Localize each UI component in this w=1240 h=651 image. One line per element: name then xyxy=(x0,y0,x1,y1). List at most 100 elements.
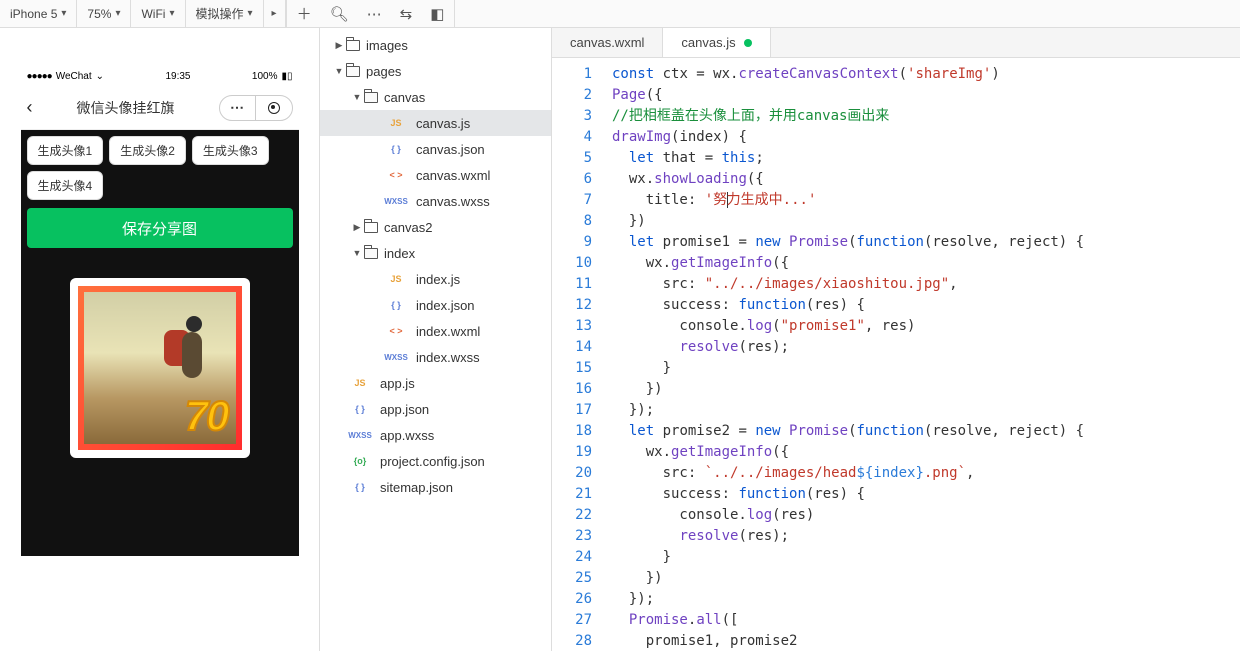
tree-item-label: canvas.json xyxy=(416,142,485,157)
wxml-file-icon: < > xyxy=(382,170,410,180)
simulate-dropdown[interactable]: 模拟操作 ▾ xyxy=(186,0,264,27)
avatar-pill[interactable]: 生成头像3 xyxy=(192,136,269,165)
js-file-icon: JS xyxy=(346,378,374,388)
code-area[interactable]: 1234567891011121314151617181920212223242… xyxy=(552,58,1240,651)
tree-item-label: app.js xyxy=(380,376,415,391)
tree-item-label: app.json xyxy=(380,402,429,417)
dirty-indicator-icon xyxy=(744,39,752,47)
network-dropdown[interactable]: WiFi ▾ xyxy=(131,0,185,27)
simulate-label: 模拟操作 xyxy=(196,5,244,22)
avatar-pills: 生成头像1生成头像2生成头像3 生成头像4 xyxy=(27,136,293,200)
zoom-dropdown[interactable]: 75% ▾ xyxy=(77,0,131,27)
conf-file-icon: {o} xyxy=(346,456,374,466)
caret-down-icon[interactable]: ▼ xyxy=(350,248,364,258)
battery-icon: ▮▯ xyxy=(281,71,292,82)
avatar-pill[interactable]: 生成头像1 xyxy=(27,136,104,165)
tree-file[interactable]: { }canvas.json xyxy=(320,136,551,162)
caret-right-icon[interactable]: ▶ xyxy=(332,40,346,51)
tree-item-label: project.config.json xyxy=(380,454,485,469)
caret-down-icon[interactable]: ▼ xyxy=(350,92,364,102)
phone-frame: ●●●●● WeChat ⌄ 19:35 100% ▮▯ ‹ 微信头像挂红旗 ⋯ xyxy=(21,66,299,556)
phone-status-bar: ●●●●● WeChat ⌄ 19:35 100% ▮▯ xyxy=(21,66,299,86)
tree-item-label: app.wxss xyxy=(380,428,434,443)
simulator-panel: ●●●●● WeChat ⌄ 19:35 100% ▮▯ ‹ 微信头像挂红旗 ⋯ xyxy=(0,28,320,651)
save-share-button[interactable]: 保存分享图 xyxy=(27,208,293,248)
editor-tab[interactable]: canvas.wxml xyxy=(552,28,663,57)
folder-icon xyxy=(364,248,378,259)
tree-file[interactable]: < >index.wxml xyxy=(320,318,551,344)
tree-file[interactable]: WXSScanvas.wxss xyxy=(320,188,551,214)
json-file-icon: { } xyxy=(346,482,374,492)
file-tree-panel[interactable]: ▶images▼pages▼canvasJScanvas.js{ }canvas… xyxy=(320,28,552,651)
tree-folder[interactable]: ▶ canvas2 xyxy=(320,214,551,240)
capsule: ⋯ xyxy=(219,95,293,121)
tab-label: canvas.wxml xyxy=(570,35,644,50)
avatar-pill[interactable]: 生成头像2 xyxy=(109,136,186,165)
chevron-right-icon: ▸ xyxy=(272,8,277,19)
seventy-badge: 70 xyxy=(185,392,228,440)
tree-file[interactable]: { } app.json xyxy=(320,396,551,422)
toolbar-spacer-button[interactable]: ▸ xyxy=(264,0,286,27)
wxss-file-icon: WXSS xyxy=(346,431,374,440)
device-dropdown[interactable]: iPhone 5 ▾ xyxy=(0,0,77,27)
folder-icon xyxy=(364,92,378,103)
capsule-menu-button[interactable]: ⋯ xyxy=(220,96,256,120)
tree-file[interactable]: { } index.json xyxy=(320,292,551,318)
code-content[interactable]: const ctx = wx.createCanvasContext('shar… xyxy=(602,58,1240,651)
tree-item-label: index.json xyxy=(416,298,475,313)
tree-folder[interactable]: ▼ canvas xyxy=(320,84,551,110)
tree-item-label: index.wxml xyxy=(416,324,480,339)
folder-icon xyxy=(346,40,360,51)
folder-icon xyxy=(364,222,378,233)
avatar-frame: 70 xyxy=(78,286,242,450)
wxss-file-icon: WXSS xyxy=(382,353,410,362)
tree-folder[interactable]: ▼index xyxy=(320,240,551,266)
signal-dots-icon: ●●●●● xyxy=(27,71,52,82)
add-icon[interactable]: ＋ xyxy=(297,3,312,24)
more-icon[interactable]: ⋯ xyxy=(367,5,382,23)
top-icons: ＋ 🔍︎ ⋯ ⇆ ◧ xyxy=(286,0,456,27)
editor-panel: canvas.wxml canvas.js 1234567891011121314… xyxy=(552,28,1240,651)
tree-file[interactable]: < >canvas.wxml xyxy=(320,162,551,188)
caret-right-icon[interactable]: ▶ xyxy=(350,222,364,233)
tree-folder[interactable]: ▼ pages xyxy=(320,58,551,84)
capsule-close-button[interactable] xyxy=(256,96,292,120)
tree-item-label: index.wxss xyxy=(416,350,480,365)
hiker-illustration xyxy=(168,310,214,400)
line-gutter: 1234567891011121314151617181920212223242… xyxy=(552,58,602,651)
chevron-down-icon: ▾ xyxy=(61,8,66,19)
tree-file[interactable]: {o} project.config.json xyxy=(320,448,551,474)
tree-file[interactable]: JScanvas.js xyxy=(320,110,551,136)
tree-item-label: canvas2 xyxy=(384,220,432,235)
tree-file[interactable]: JSindex.js xyxy=(320,266,551,292)
time-label: 19:35 xyxy=(165,71,190,82)
caret-down-icon[interactable]: ▼ xyxy=(332,66,346,76)
js-file-icon: JS xyxy=(382,274,410,284)
json-file-icon: { } xyxy=(346,404,374,414)
tree-item-label: pages xyxy=(366,64,401,79)
nav-title: 微信头像挂红旗 xyxy=(77,98,175,118)
tree-file[interactable]: { }sitemap.json xyxy=(320,474,551,500)
carrier-label: WeChat xyxy=(56,71,92,82)
avatar-pill[interactable]: 生成头像4 xyxy=(27,171,104,200)
zoom-label: 75% xyxy=(87,7,111,21)
tree-file[interactable]: WXSS index.wxss xyxy=(320,344,551,370)
split-icon[interactable]: ◧ xyxy=(430,5,444,23)
editor-tab[interactable]: canvas.js xyxy=(663,28,770,57)
tree-file[interactable]: JS app.js xyxy=(320,370,551,396)
folder-icon xyxy=(346,66,360,77)
tree-folder[interactable]: ▶ images xyxy=(320,32,551,58)
back-icon[interactable]: ‹ xyxy=(27,97,33,118)
tree-item-label: canvas.wxss xyxy=(416,194,490,209)
tree-item-label: canvas xyxy=(384,90,425,105)
avatar-stage: 70 xyxy=(70,278,250,458)
chevron-down-icon: ▾ xyxy=(248,8,253,19)
tree-file[interactable]: WXSS app.wxss xyxy=(320,422,551,448)
chevron-down-icon: ▾ xyxy=(169,8,174,19)
js-file-icon: JS xyxy=(382,118,410,128)
battery-label: 100% xyxy=(252,71,278,82)
search-icon[interactable]: 🔍︎ xyxy=(330,5,349,23)
json-file-icon: { } xyxy=(382,300,410,310)
tree-item-label: images xyxy=(366,38,408,53)
settings-sliders-icon[interactable]: ⇆ xyxy=(400,5,413,23)
